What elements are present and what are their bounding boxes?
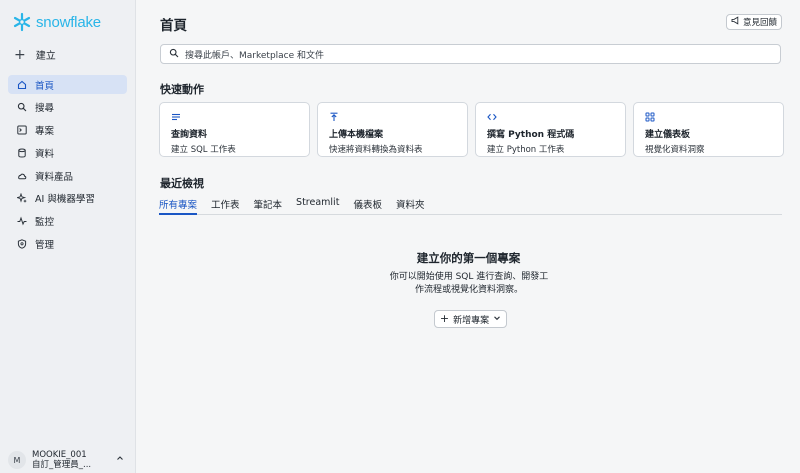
lines-icon <box>171 112 181 122</box>
chevron-down-icon <box>493 314 501 325</box>
tab-notebooks[interactable]: 筆記本 <box>254 197 283 215</box>
card-title: 上傳本機檔案 <box>329 130 384 140</box>
card-python-code[interactable]: 撰寫 Python 程式碼 建立 Python 工作表 <box>475 102 626 157</box>
sidebar-item-projects[interactable]: 專案 <box>8 121 127 140</box>
card-subtitle: 快速將資料轉換為資料表 <box>329 145 423 155</box>
sidebar-nav: 首頁 搜尋 專案 資料 資料產品 AI 與機器學習 監控 管理 <box>8 75 127 257</box>
empty-state-description: 你可以開始使用 SQL 進行查詢、開發工作流程或視覺化資料洞察。 <box>389 272 549 295</box>
plus-icon: + <box>439 312 450 325</box>
sidebar-item-label: 資料 <box>35 148 55 160</box>
user-menu[interactable]: M MOOKIE_001 自訂_管理員_... <box>8 449 130 471</box>
page-title: 首頁 <box>160 18 187 34</box>
shield-icon <box>17 239 27 249</box>
card-subtitle: 建立 Python 工作表 <box>487 145 565 155</box>
feedback-button[interactable]: 意見回饋 <box>726 14 782 30</box>
sidebar: snowflake + 建立 首頁 搜尋 專案 資料 資料產品 AI 與機器學習… <box>0 0 136 473</box>
user-info: MOOKIE_001 自訂_管理員_... <box>32 450 91 470</box>
user-name: MOOKIE_001 <box>32 450 87 460</box>
plus-icon: + <box>14 46 26 63</box>
recent-tabs: 所有專案 工作表 筆記本 Streamlit 儀表板 資料夾 <box>159 197 782 215</box>
search-placeholder: 搜尋此帳戶、Marketplace 和文件 <box>185 50 325 61</box>
card-title: 撰寫 Python 程式碼 <box>487 130 575 140</box>
sidebar-item-admin[interactable]: 管理 <box>8 235 127 254</box>
card-create-dashboard[interactable]: 建立儀表板 視覺化資料洞察 <box>633 102 784 157</box>
sidebar-item-label: 專案 <box>35 126 55 138</box>
snowflake-logo[interactable]: snowflake <box>12 12 101 32</box>
user-role: 自訂_管理員_... <box>32 460 92 470</box>
card-upload-file[interactable]: 上傳本機檔案 快速將資料轉換為資料表 <box>317 102 468 157</box>
sidebar-item-label: 監控 <box>35 217 55 229</box>
card-title: 查詢資料 <box>171 130 208 140</box>
sidebar-item-label: 資料產品 <box>35 171 74 183</box>
sparkle-icon <box>17 193 27 204</box>
tab-worksheets[interactable]: 工作表 <box>211 197 240 215</box>
card-subtitle: 視覺化資料洞察 <box>645 145 705 155</box>
database-icon <box>17 148 27 158</box>
logo-text: snowflake <box>36 13 101 31</box>
tab-streamlit[interactable]: Streamlit <box>296 197 339 215</box>
chevron-up-icon <box>116 454 124 465</box>
code-icon <box>487 112 497 122</box>
main-content: 首頁 意見回饋 搜尋此帳戶、Marketplace 和文件 快速動作 查詢資料 … <box>137 0 800 473</box>
activity-icon <box>17 216 27 226</box>
sidebar-item-monitoring[interactable]: 監控 <box>8 212 127 231</box>
sidebar-item-label: 首頁 <box>35 80 55 92</box>
tab-folders[interactable]: 資料夾 <box>396 197 425 215</box>
create-button[interactable]: + 建立 <box>14 46 56 63</box>
feedback-label: 意見回饋 <box>742 18 777 28</box>
card-subtitle: 建立 SQL 工作表 <box>171 145 236 155</box>
sidebar-item-label: 管理 <box>35 240 55 252</box>
search-icon <box>17 102 27 112</box>
sidebar-item-data-products[interactable]: 資料產品 <box>8 166 127 185</box>
card-title: 建立儀表板 <box>645 130 691 140</box>
quick-actions-title: 快速動作 <box>160 83 204 96</box>
search-icon <box>169 48 179 61</box>
empty-state-title: 建立你的第一個專案 <box>416 251 521 265</box>
sidebar-item-search[interactable]: 搜尋 <box>8 98 127 117</box>
sidebar-item-label: AI 與機器學習 <box>35 194 95 206</box>
grid-icon <box>645 112 655 122</box>
sidebar-item-label: 搜尋 <box>35 103 55 115</box>
new-project-button[interactable]: + 新增專案 <box>434 310 507 328</box>
tab-dashboards[interactable]: 儀表板 <box>353 197 382 215</box>
search-bar[interactable]: 搜尋此帳戶、Marketplace 和文件 <box>160 44 781 64</box>
card-query-data[interactable]: 查詢資料 建立 SQL 工作表 <box>159 102 310 157</box>
upload-icon <box>329 112 339 122</box>
home-icon <box>17 80 27 90</box>
sidebar-item-data[interactable]: 資料 <box>8 143 127 162</box>
recent-title: 最近檢視 <box>160 177 204 190</box>
cloud-icon <box>17 171 27 181</box>
terminal-icon <box>17 125 27 135</box>
sidebar-item-ai-ml[interactable]: AI 與機器學習 <box>8 189 127 208</box>
megaphone-icon <box>731 16 740 28</box>
tab-all-projects[interactable]: 所有專案 <box>159 197 198 215</box>
avatar: M <box>8 451 26 469</box>
new-project-label: 新增專案 <box>453 315 490 326</box>
snowflake-icon <box>13 12 31 32</box>
create-label: 建立 <box>35 51 56 62</box>
quick-actions: 查詢資料 建立 SQL 工作表 上傳本機檔案 快速將資料轉換為資料表 撰寫 Py… <box>159 102 784 157</box>
sidebar-item-home[interactable]: 首頁 <box>8 75 127 94</box>
